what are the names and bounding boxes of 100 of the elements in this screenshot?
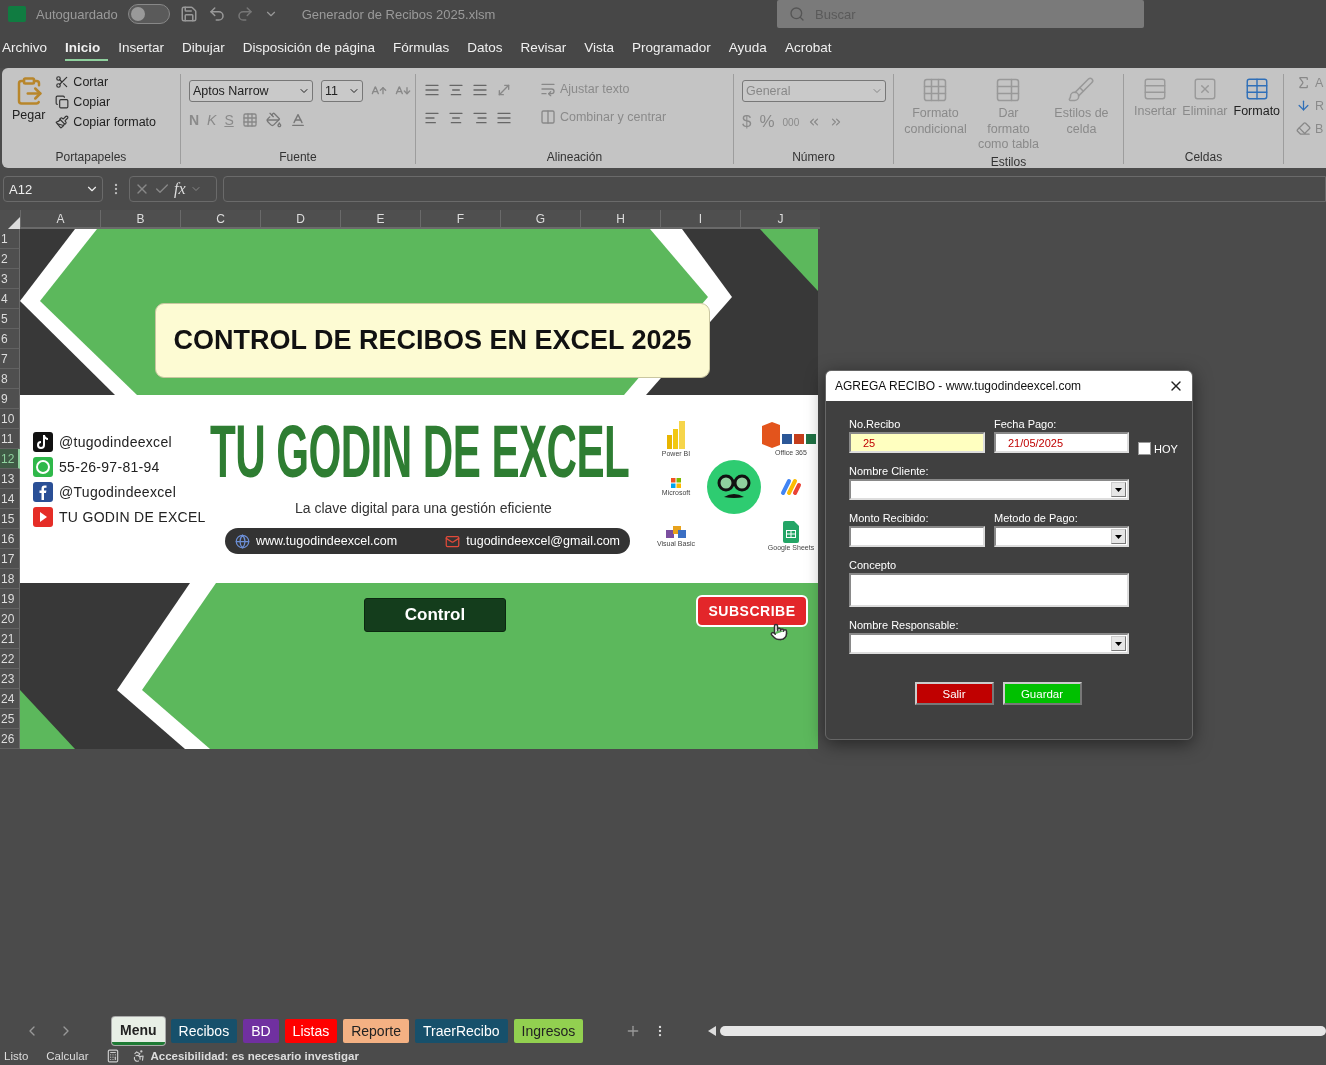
clipboard-action-button[interactable]: Copiar formato bbox=[53, 114, 159, 130]
undo-icon bbox=[207, 5, 226, 23]
scroll-left-icon[interactable] bbox=[708, 1026, 716, 1036]
apps-script-icon bbox=[779, 477, 803, 498]
borders-icon bbox=[241, 112, 258, 128]
combo-field[interactable] bbox=[849, 633, 1129, 654]
ribbon-tab[interactable]: Fórmulas bbox=[392, 35, 458, 61]
align-top-icon bbox=[423, 82, 440, 98]
column-header[interactable]: C bbox=[180, 210, 260, 229]
sheet-tab[interactable]: TraerRecibo bbox=[415, 1019, 508, 1043]
row-header[interactable]: 11 bbox=[0, 429, 20, 449]
row-header[interactable]: 9 bbox=[0, 389, 20, 409]
row-header[interactable]: 14 bbox=[0, 489, 20, 509]
ribbon-tab[interactable]: Archivo bbox=[2, 35, 55, 61]
input-field[interactable]: 25 bbox=[849, 432, 985, 453]
control-button[interactable]: Control bbox=[364, 598, 506, 632]
combo-field[interactable] bbox=[849, 479, 1129, 500]
ribbon-tab[interactable]: Programador bbox=[632, 35, 719, 61]
column-header[interactable]: E bbox=[340, 210, 420, 229]
checkbox[interactable] bbox=[1138, 442, 1151, 455]
group-label: Celdas bbox=[1184, 150, 1223, 164]
dialog-button[interactable]: Salir bbox=[914, 682, 994, 705]
row-header[interactable]: 12 bbox=[0, 449, 20, 469]
sheet-tab[interactable]: Listas bbox=[284, 1019, 338, 1043]
row-header[interactable]: 19 bbox=[0, 589, 20, 609]
row-header[interactable]: 5 bbox=[0, 309, 20, 329]
group-label: Número bbox=[792, 150, 835, 164]
group-label: Estilos bbox=[990, 154, 1027, 169]
row-header[interactable]: 22 bbox=[0, 649, 20, 669]
row-header[interactable]: 2 bbox=[0, 249, 20, 269]
insert-function-button[interactable]: fx bbox=[174, 180, 186, 198]
font-size-select[interactable]: 11 bbox=[320, 80, 363, 102]
ribbon-tab[interactable]: Datos bbox=[467, 35, 511, 61]
ribbon-tab[interactable]: Disposición de página bbox=[242, 35, 383, 61]
row-header[interactable]: 24 bbox=[0, 689, 20, 709]
ribbon-tab[interactable]: Dibujar bbox=[182, 35, 233, 61]
row-header[interactable]: 17 bbox=[0, 549, 20, 569]
cells-button[interactable]: Formato bbox=[1231, 74, 1283, 150]
row-header[interactable]: 4 bbox=[0, 289, 20, 309]
checkbox-label: HOY bbox=[1154, 442, 1178, 455]
tagline: La clave digital para una gestión eficiente bbox=[295, 500, 552, 516]
ribbon-tab[interactable]: Insertar bbox=[118, 35, 173, 61]
row-header[interactable]: 26 bbox=[0, 729, 20, 749]
email-text: tugodindeexcel@gmail.com bbox=[445, 533, 620, 549]
mascot-icon bbox=[706, 459, 762, 516]
horizontal-scrollbar[interactable] bbox=[708, 1025, 1326, 1037]
sheet-tab[interactable]: Recibos bbox=[170, 1019, 238, 1043]
ribbon-tab[interactable]: Revisar bbox=[520, 35, 575, 61]
column-header[interactable]: G bbox=[500, 210, 580, 229]
sheet-tab[interactable]: BD bbox=[243, 1019, 279, 1043]
combo-field[interactable] bbox=[994, 526, 1129, 547]
input-field[interactable] bbox=[849, 526, 985, 547]
accessibility-status[interactable]: Accesibilidad: es necesario investigar bbox=[150, 1049, 359, 1062]
row-header[interactable]: 8 bbox=[0, 369, 20, 389]
row-header[interactable]: 7 bbox=[0, 349, 20, 369]
subscribe-button[interactable]: SUBSCRIBE bbox=[696, 595, 808, 627]
paste-button[interactable]: Pegar bbox=[10, 74, 48, 150]
row-header[interactable]: 15 bbox=[0, 509, 20, 529]
name-box[interactable]: A12 bbox=[3, 176, 103, 202]
row-header[interactable]: 1 bbox=[0, 229, 20, 249]
sheet-tab[interactable]: Ingresos bbox=[513, 1019, 584, 1043]
row-header[interactable]: 13 bbox=[0, 469, 20, 489]
clipboard-action-button[interactable]: Copiar bbox=[53, 94, 159, 110]
row-header[interactable]: 25 bbox=[0, 709, 20, 729]
row-header[interactable]: 23 bbox=[0, 669, 20, 689]
column-header[interactable]: H bbox=[580, 210, 660, 229]
text-area[interactable] bbox=[849, 573, 1129, 607]
column-header[interactable]: A bbox=[20, 210, 100, 229]
accessibility-icon bbox=[132, 1048, 147, 1063]
row-header[interactable]: 18 bbox=[0, 569, 20, 589]
ribbon-tab[interactable]: Vista bbox=[584, 35, 623, 61]
row-header[interactable]: 10 bbox=[0, 409, 20, 429]
ribbon-tab[interactable]: Inicio bbox=[65, 35, 109, 61]
sheet-tab[interactable]: Reporte bbox=[343, 1019, 409, 1043]
fill-color-icon bbox=[265, 112, 282, 128]
row-header[interactable]: 6 bbox=[0, 329, 20, 349]
column-header[interactable]: I bbox=[660, 210, 740, 229]
formula-input[interactable] bbox=[223, 176, 1326, 202]
row-header[interactable]: 3 bbox=[0, 269, 20, 289]
column-header[interactable]: D bbox=[260, 210, 340, 229]
column-header[interactable]: F bbox=[420, 210, 500, 229]
file-name[interactable]: Generador de Recibos 2025.xlsm bbox=[301, 6, 496, 22]
social-handle: @tugodindeexcel bbox=[59, 434, 172, 450]
ribbon-tab[interactable]: Acrobat bbox=[784, 35, 840, 61]
autosave-toggle[interactable] bbox=[127, 4, 170, 24]
row-header[interactable]: 21 bbox=[0, 629, 20, 649]
wrap-text-icon bbox=[539, 81, 556, 97]
row-header[interactable]: 20 bbox=[0, 609, 20, 629]
ribbon-tab[interactable]: Ayuda bbox=[728, 35, 775, 61]
windows-grid-icon bbox=[671, 478, 681, 489]
font-name-select[interactable]: Aptos Narrow bbox=[188, 80, 313, 102]
column-header[interactable]: B bbox=[100, 210, 180, 229]
row-header[interactable]: 16 bbox=[0, 529, 20, 549]
field-label: No.Recibo bbox=[849, 418, 902, 430]
input-field[interactable]: 21/05/2025 bbox=[994, 432, 1129, 453]
select-all-button[interactable] bbox=[0, 210, 20, 229]
clipboard-action-button[interactable]: Cortar bbox=[53, 74, 159, 90]
column-header[interactable]: J bbox=[740, 210, 820, 229]
sheet-tab[interactable]: Menu bbox=[112, 1017, 165, 1045]
copy-icon bbox=[55, 95, 70, 109]
